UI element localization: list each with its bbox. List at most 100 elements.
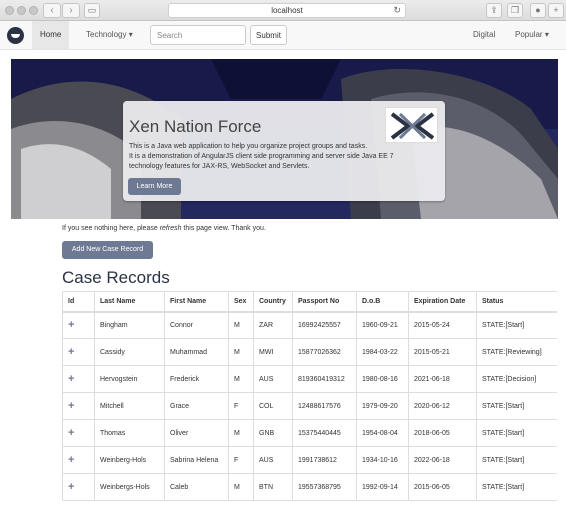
column-header[interactable]: Last Name bbox=[94, 291, 165, 313]
cell-status: STATE:[Start] bbox=[476, 419, 557, 447]
reload-icon[interactable]: ↻ bbox=[393, 4, 401, 17]
cell-passport: 12488617576 bbox=[292, 392, 357, 420]
notice-suffix: this page view. Thank you. bbox=[181, 225, 266, 232]
cell-country: GNB bbox=[253, 419, 293, 447]
refresh-notice: If you see nothing here, please refresh … bbox=[62, 225, 266, 232]
table-row[interactable]: + Cassidy Muhammad M MWI 15877026362 198… bbox=[62, 338, 557, 366]
column-header[interactable]: First Name bbox=[164, 291, 229, 313]
cell-sex: M bbox=[228, 311, 254, 339]
expand-row-icon[interactable]: + bbox=[62, 392, 95, 420]
column-header[interactable]: D.o.B bbox=[356, 291, 409, 313]
cell-dob: 1960-09-21 bbox=[356, 311, 409, 339]
cell-status: STATE:[Reviewing] bbox=[476, 338, 557, 366]
table-row[interactable]: + Mitchell Grace F COL 12488617576 1979-… bbox=[62, 392, 557, 420]
cell-last-name: Weinbergs-Hols bbox=[94, 473, 165, 501]
xen-x-logo-icon bbox=[385, 107, 438, 143]
main-navbar: Home Technology ▾ Submit Digital Popular… bbox=[0, 21, 566, 50]
sidebar-icon[interactable]: ▭ bbox=[84, 3, 100, 18]
browser-toolbar: ‹ › ▭ localhost ↻ ⇪ ❐ ● + bbox=[0, 0, 566, 21]
cell-expiration: 2015-05-24 bbox=[408, 311, 477, 339]
cell-last-name: Cassidy bbox=[94, 338, 165, 366]
table-row[interactable]: + Thomas Oliver M GNB 15375440445 1954-0… bbox=[62, 419, 557, 447]
column-header[interactable]: Expiration Date bbox=[408, 291, 477, 313]
submit-button[interactable]: Submit bbox=[250, 25, 287, 45]
cell-last-name: Weinberg-Hols bbox=[94, 446, 165, 474]
cell-last-name: Bingham bbox=[94, 311, 165, 339]
table-row[interactable]: + Weinberg-Hols Sabrina Helena F AUS 199… bbox=[62, 446, 557, 474]
page-title: Case Records bbox=[62, 268, 170, 287]
back-icon[interactable]: ‹ bbox=[43, 3, 61, 18]
expand-row-icon[interactable]: + bbox=[62, 446, 95, 474]
owl-logo-icon[interactable] bbox=[7, 27, 24, 44]
cell-dob: 1954-08-04 bbox=[356, 419, 409, 447]
column-header[interactable]: Id bbox=[62, 291, 95, 313]
cell-sex: M bbox=[228, 473, 254, 501]
cell-first-name: Muhammad bbox=[164, 338, 229, 366]
cell-sex: M bbox=[228, 338, 254, 366]
forward-icon[interactable]: › bbox=[62, 3, 80, 18]
table-row[interactable]: + Hervogstein Frederick M AUS 8193604193… bbox=[62, 365, 557, 393]
table-header-row: Id Last Name First Name Sex Country Pass… bbox=[62, 291, 557, 313]
cell-sex: M bbox=[228, 365, 254, 393]
cell-passport: 15375440445 bbox=[292, 419, 357, 447]
cell-status: STATE:[Start] bbox=[476, 473, 557, 501]
nav-technology-label: Technology bbox=[86, 30, 127, 39]
cell-last-name: Hervogstein bbox=[94, 365, 165, 393]
caret-down-icon: ▾ bbox=[544, 30, 549, 39]
expand-row-icon[interactable]: + bbox=[62, 419, 95, 447]
cell-first-name: Frederick bbox=[164, 365, 229, 393]
cell-dob: 1934-10-16 bbox=[356, 446, 409, 474]
cell-first-name: Sabrina Helena bbox=[164, 446, 229, 474]
add-case-record-button[interactable]: Add New Case Record bbox=[62, 241, 153, 259]
cell-first-name: Oliver bbox=[164, 419, 229, 447]
minimize-window-icon[interactable] bbox=[17, 6, 26, 15]
search-input[interactable] bbox=[150, 25, 246, 45]
url-text: localhost bbox=[271, 6, 303, 15]
new-tab-icon[interactable]: + bbox=[548, 3, 564, 18]
expand-row-icon[interactable]: + bbox=[62, 311, 95, 339]
learn-more-button[interactable]: Learn More bbox=[128, 178, 181, 195]
expand-row-icon[interactable]: + bbox=[62, 365, 95, 393]
nav-technology[interactable]: Technology ▾ bbox=[78, 21, 141, 49]
cell-dob: 1980-08-16 bbox=[356, 365, 409, 393]
hero-title: Xen Nation Force bbox=[129, 117, 262, 136]
nav-home[interactable]: Home bbox=[32, 21, 70, 49]
table-row[interactable]: + Bingham Connor M ZAR 16992425557 1960-… bbox=[62, 311, 557, 339]
notice-prefix: If you see nothing here, please bbox=[62, 225, 160, 232]
hero-description: This is a Java web application to help y… bbox=[129, 142, 445, 172]
cell-last-name: Thomas bbox=[94, 419, 165, 447]
cell-first-name: Grace bbox=[164, 392, 229, 420]
cell-sex: M bbox=[228, 419, 254, 447]
cell-first-name: Connor bbox=[164, 311, 229, 339]
nav-popular[interactable]: Popular ▾ bbox=[507, 21, 557, 49]
cell-passport: 16992425557 bbox=[292, 311, 357, 339]
share-icon[interactable]: ⇪ bbox=[486, 3, 502, 18]
nav-popular-label: Popular bbox=[515, 30, 543, 39]
cell-expiration: 2015-06-05 bbox=[408, 473, 477, 501]
cell-country: BTN bbox=[253, 473, 293, 501]
cell-expiration: 2022-06-18 bbox=[408, 446, 477, 474]
cell-dob: 1984-03-22 bbox=[356, 338, 409, 366]
cell-country: AUS bbox=[253, 365, 293, 393]
cell-expiration: 2015-05-21 bbox=[408, 338, 477, 366]
column-header[interactable]: Country bbox=[253, 291, 293, 313]
zoom-window-icon[interactable] bbox=[29, 6, 38, 15]
column-header[interactable]: Passport No bbox=[292, 291, 357, 313]
extension-icon[interactable]: ● bbox=[530, 3, 546, 18]
cell-status: STATE:[Start] bbox=[476, 446, 557, 474]
column-header[interactable]: Sex bbox=[228, 291, 254, 313]
close-window-icon[interactable] bbox=[5, 6, 14, 15]
address-bar[interactable]: localhost ↻ bbox=[168, 3, 406, 18]
cell-sex: F bbox=[228, 446, 254, 474]
case-records-table: Id Last Name First Name Sex Country Pass… bbox=[62, 291, 557, 501]
tabs-icon[interactable]: ❐ bbox=[507, 3, 523, 18]
cell-status: STATE:[Decision] bbox=[476, 365, 557, 393]
expand-row-icon[interactable]: + bbox=[62, 338, 95, 366]
hero-description-line: It is a demonstration of AngularJS clien… bbox=[129, 153, 394, 160]
cell-passport: 19557368795 bbox=[292, 473, 357, 501]
nav-digital[interactable]: Digital bbox=[465, 21, 503, 49]
cell-country: COL bbox=[253, 392, 293, 420]
column-header[interactable]: Status bbox=[476, 291, 557, 313]
expand-row-icon[interactable]: + bbox=[62, 473, 95, 501]
table-row[interactable]: + Weinbergs-Hols Caleb M BTN 19557368795… bbox=[62, 473, 557, 501]
